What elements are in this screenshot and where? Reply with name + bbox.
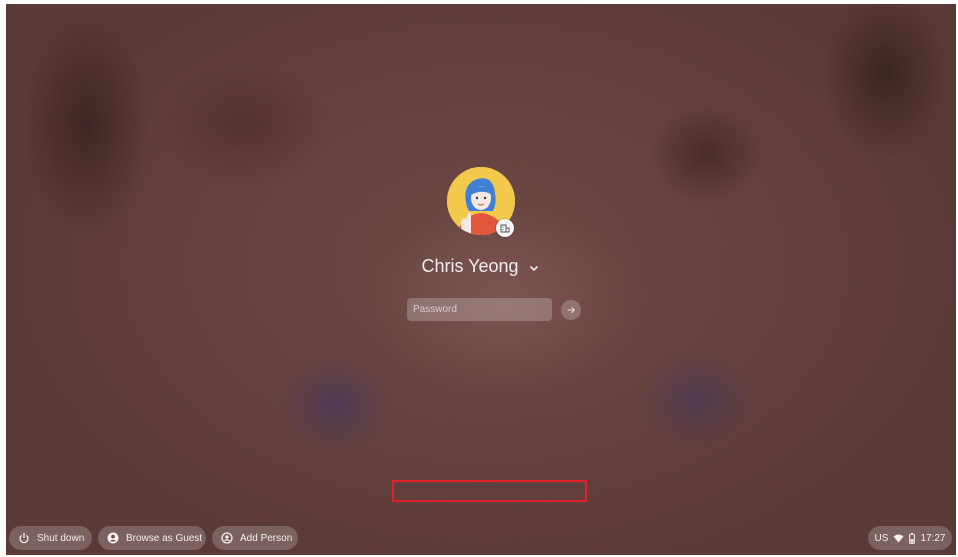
arrow-right-icon — [567, 306, 576, 314]
login-screen — [6, 4, 956, 555]
input-method-label: US — [874, 532, 889, 544]
user-selector[interactable]: Chris Yeong — [400, 253, 560, 279]
chevron-down-icon[interactable] — [529, 256, 539, 277]
wifi-icon — [893, 534, 904, 542]
user-name: Chris Yeong — [421, 255, 519, 276]
shut-down-label: Shut down — [37, 532, 85, 544]
submit-button[interactable] — [561, 300, 581, 320]
guest-user-icon — [107, 532, 119, 544]
highlight-outline — [392, 480, 587, 502]
enterprise-badge-icon — [496, 219, 514, 237]
shut-down-button[interactable]: Shut down — [9, 526, 92, 550]
power-icon — [19, 533, 29, 544]
browse-as-guest-button[interactable]: Browse as Guest — [98, 526, 206, 550]
add-person-label: Add Person — [240, 532, 293, 544]
browse-as-guest-label: Browse as Guest — [126, 532, 203, 544]
password-field[interactable] — [407, 298, 552, 321]
password-input[interactable] — [407, 298, 552, 321]
battery-icon — [909, 532, 916, 544]
clock-time: 17:27 — [920, 532, 946, 544]
add-person-icon — [221, 532, 233, 544]
status-tray[interactable]: US 17:27 — [868, 526, 952, 550]
add-person-button[interactable]: Add Person — [212, 526, 298, 550]
